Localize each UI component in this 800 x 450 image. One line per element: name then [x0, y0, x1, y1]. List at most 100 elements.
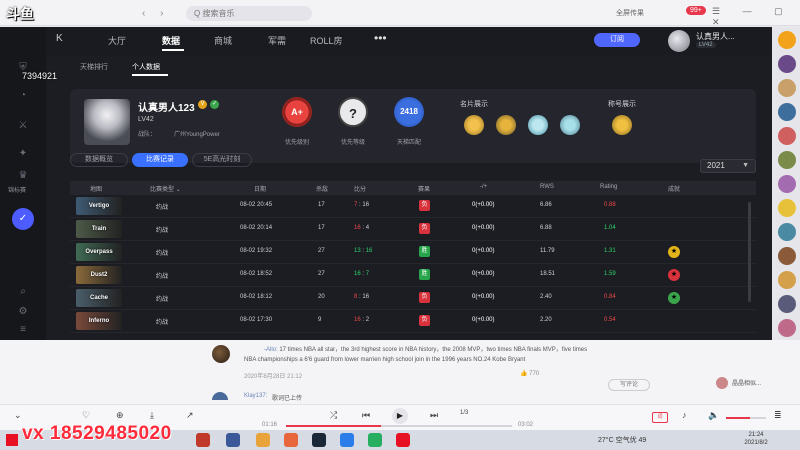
table-row[interactable]: Cache 约战 08-02 18:12 20 8 : 16 负 0(+0.00) 2.40 0… — [70, 287, 756, 310]
comment2-user[interactable]: Klay137: — [244, 393, 267, 399]
weather-widget[interactable]: 27°C 空气优 49 — [598, 435, 646, 445]
trophy-icon[interactable]: ♛ — [16, 169, 30, 183]
more-icon[interactable]: ••• — [374, 31, 387, 45]
search-icon[interactable]: ⌕ — [16, 285, 30, 299]
side-user-name[interactable]: 晶晶相似... — [732, 378, 761, 387]
viewer-avatar[interactable] — [778, 127, 796, 145]
match-score: 8 : 16 — [354, 294, 369, 300]
viewer-avatar[interactable] — [778, 199, 796, 217]
write-comment-button[interactable]: 写评论 — [608, 379, 650, 391]
viewer-avatar[interactable] — [778, 175, 796, 193]
heart-icon[interactable]: ♡ — [82, 410, 90, 421]
playlist-icon[interactable]: ≣ — [774, 410, 782, 421]
sidebar-label-tournament[interactable]: 锦标赛 — [8, 185, 26, 194]
search-input[interactable]: Q 搜索音乐 — [186, 6, 312, 21]
bell-icon[interactable]: ♪ — [682, 410, 687, 420]
share-icon[interactable]: ↗ — [186, 410, 194, 421]
app-icon[interactable] — [340, 433, 354, 447]
gift-icon[interactable]: ✦ — [16, 147, 30, 161]
match-rating: 1.31 — [604, 248, 616, 254]
active-section-icon[interactable]: ✓ — [12, 208, 34, 230]
app-icon[interactable] — [196, 433, 210, 447]
avatar[interactable] — [668, 30, 690, 52]
notification-badge[interactable]: 99+ — [686, 6, 706, 15]
comment-user[interactable]: -Allo: — [264, 347, 278, 353]
table-row[interactable]: Dust2 约战 08-02 18:52 27 16 : 7 胜 0(+0.00) 18.51… — [70, 264, 756, 287]
viewer-avatar[interactable] — [778, 31, 796, 49]
viewer-avatar[interactable] — [778, 55, 796, 73]
like-count[interactable]: 👍 770 — [520, 370, 539, 377]
tab-highlights[interactable]: 5E高光时刻 — [192, 153, 252, 167]
profile-club-name[interactable]: 广州YoungPower — [174, 129, 220, 138]
result-badge: 胜 — [419, 246, 430, 257]
scrollbar[interactable] — [748, 202, 751, 302]
subscribe-button[interactable]: 订阅 — [594, 33, 640, 47]
window-controls[interactable]: ☰ — ▢ ✕ — [712, 6, 800, 28]
table-row[interactable]: Overpass 约战 08-02 19:32 27 13 : 16 胜 0(+0.00) 1… — [70, 241, 756, 264]
table-row[interactable]: Train 约战 08-02 20:14 17 16 : 4 负 0(+0.00) 6.88 1… — [70, 218, 756, 241]
table-row[interactable]: Vertigo 约战 08-02 20:45 17 7 : 16 负 0(+0.00) 6.8… — [70, 195, 756, 218]
match-date: 08-02 18:12 — [240, 294, 273, 300]
header-type[interactable]: 比赛类型 ⌄ — [150, 184, 181, 193]
nav-data[interactable]: 数据 — [162, 34, 180, 47]
download-icon[interactable]: ⤓ — [150, 410, 154, 421]
music-app-icon[interactable] — [396, 433, 410, 447]
progress-fill — [286, 425, 381, 427]
steam-icon[interactable] — [312, 433, 326, 447]
browser-icon[interactable] — [284, 433, 298, 447]
side-user-avatar[interactable] — [716, 377, 728, 389]
achievement-icon[interactable]: ★ — [668, 269, 680, 281]
nav-supply[interactable]: 军需 — [268, 34, 286, 47]
nav-roll[interactable]: ROLL房 — [310, 34, 343, 47]
collapse-icon[interactable]: ≡ — [16, 323, 30, 337]
header-kills: 杀敌 — [316, 187, 329, 193]
next-icon[interactable]: ⏭ — [430, 410, 438, 421]
nav-lobby[interactable]: 大厅 — [108, 34, 126, 47]
refresh-icon[interactable]: ◔ — [16, 89, 30, 103]
collapse-chevron-icon[interactable]: ⌄ — [14, 410, 22, 421]
achievement-icon[interactable]: ★ — [668, 246, 680, 258]
viewer-avatar[interactable] — [778, 247, 796, 265]
title-badge-icon — [612, 115, 632, 135]
browser-nav-arrows[interactable]: ‹ › — [142, 8, 169, 19]
lyrics-button[interactable]: 词 — [652, 412, 668, 423]
viewer-avatar[interactable] — [778, 271, 796, 289]
commenter-avatar[interactable] — [212, 345, 230, 363]
viewer-avatar[interactable] — [778, 151, 796, 169]
folder-icon[interactable] — [256, 433, 270, 447]
viewer-avatar[interactable] — [778, 223, 796, 241]
volume-fill — [726, 417, 750, 419]
volume-slider[interactable] — [726, 417, 766, 419]
viewer-avatar[interactable] — [778, 103, 796, 121]
tab-match-records[interactable]: 比赛记录 — [132, 153, 188, 167]
viewer-avatar[interactable] — [778, 79, 796, 97]
settings-icon[interactable]: ⚙ — [16, 305, 30, 319]
achievement-icon[interactable]: ★ — [668, 292, 680, 304]
tab-personal-data[interactable]: 个人数据 — [132, 62, 160, 72]
shuffle-icon[interactable]: ⤮ — [330, 410, 337, 421]
fullscreen-label[interactable]: 全屏传果 — [616, 8, 644, 18]
viewer-avatar[interactable] — [778, 295, 796, 313]
back-icon[interactable]: K — [56, 33, 63, 44]
play-button[interactable]: ▶ — [392, 408, 408, 424]
progress-bar[interactable] — [286, 425, 512, 427]
commenter2-avatar[interactable] — [212, 392, 228, 400]
start-icon[interactable] — [6, 434, 18, 446]
app-icon[interactable] — [226, 433, 240, 447]
user-name[interactable]: 认真男人... — [696, 31, 735, 42]
tab-ladder-ranking[interactable]: 天梯排行 — [80, 62, 108, 72]
previous-icon[interactable]: ⏮ — [362, 410, 370, 421]
volume-icon[interactable]: 🔈 — [708, 410, 719, 421]
score-team-a: 16 — [354, 317, 361, 323]
year-select[interactable]: 2021 ▼ — [700, 159, 756, 173]
sword-icon[interactable]: ⚔ — [16, 119, 30, 133]
table-row[interactable]: Inferno 约战 08-02 17:30 9 16 : 2 负 0(+0.00) 2.20… — [70, 310, 756, 333]
match-kills: 27 — [318, 248, 325, 254]
tab-data-overview[interactable]: 数据概览 — [70, 153, 128, 167]
add-icon[interactable]: ⊕ — [116, 410, 124, 421]
system-clock[interactable]: 21:24 2021/8/2 — [734, 431, 778, 447]
nav-shop[interactable]: 商城 — [214, 34, 232, 47]
viewer-avatar[interactable] — [778, 319, 796, 337]
score-team-b: 16 — [362, 294, 370, 300]
app-icon[interactable] — [368, 433, 382, 447]
